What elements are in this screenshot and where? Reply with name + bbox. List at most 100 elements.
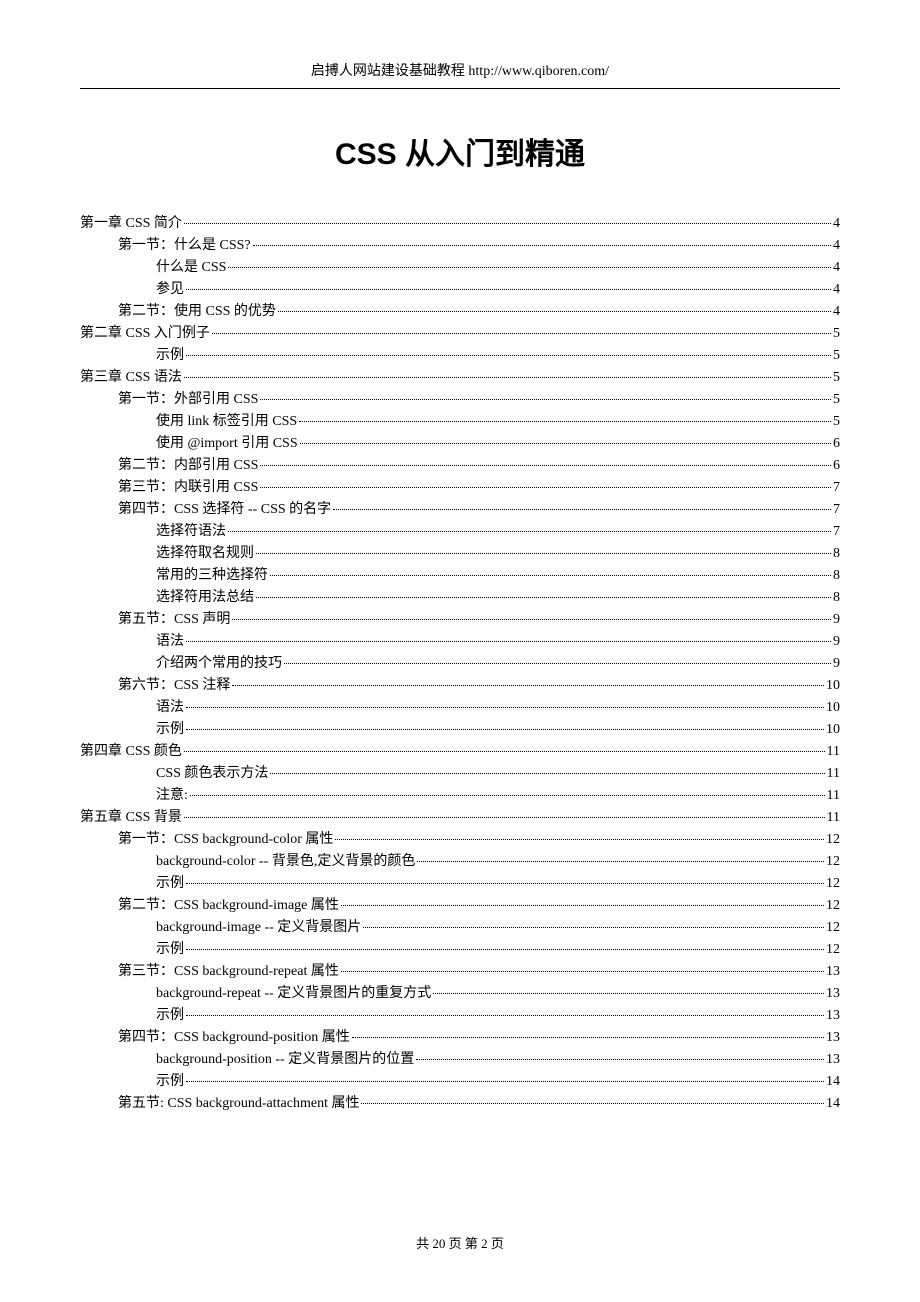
toc-leader-dots [228, 531, 831, 532]
toc-entry[interactable]: 示例13 [80, 1005, 840, 1027]
toc-entry[interactable]: 第二节：使用 CSS 的优势4 [80, 301, 840, 323]
toc-leader-dots [232, 619, 831, 620]
toc-entry-label: 第四章 CSS 颜色 [80, 745, 182, 759]
toc-leader-dots [270, 575, 831, 576]
toc-entry-page: 8 [833, 591, 840, 605]
toc-entry-page: 9 [833, 657, 840, 671]
toc-entry[interactable]: 选择符语法 7 [80, 521, 840, 543]
toc-entry[interactable]: 使用 link 标签引用 CSS5 [80, 411, 840, 433]
toc-leader-dots [417, 861, 824, 862]
toc-entry-page: 11 [827, 789, 840, 803]
toc-entry[interactable]: 第四节：CSS 选择符 -- CSS 的名字 7 [80, 499, 840, 521]
toc-entry-label: 第二节：使用 CSS 的优势 [118, 305, 276, 319]
toc-entry[interactable]: 选择符用法总结8 [80, 587, 840, 609]
toc-leader-dots [278, 311, 831, 312]
toc-entry-page: 7 [833, 503, 840, 517]
toc-entry-page: 11 [827, 745, 840, 759]
toc-leader-dots [341, 971, 824, 972]
toc-entry-label: 语法 [156, 635, 184, 649]
toc-entry-page: 11 [827, 767, 840, 781]
toc-entry-label: 第二节：内部引用 CSS [118, 459, 258, 473]
toc-entry[interactable]: 第一章 CSS 简介4 [80, 213, 840, 235]
toc-entry[interactable]: 第一节：什么是 CSS?4 [80, 235, 840, 257]
toc-entry[interactable]: 常用的三种选择符8 [80, 565, 840, 587]
document-title: CSS 从入门到精通 [80, 129, 840, 173]
toc-entry-label: 第二章 CSS 入门例子 [80, 327, 210, 341]
toc-entry[interactable]: 示例12 [80, 939, 840, 961]
toc-leader-dots [186, 883, 824, 884]
toc-entry[interactable]: 第二节：内部引用 CSS 6 [80, 455, 840, 477]
toc-entry[interactable]: 示例5 [80, 345, 840, 367]
toc-entry[interactable]: background-image -- 定义背景图片12 [80, 917, 840, 939]
toc-leader-dots [256, 597, 831, 598]
page-header: 启搏人网站建设基础教程 http://www.qiboren.com/ [80, 60, 840, 80]
toc-entry-label: 介绍两个常用的技巧 [156, 657, 282, 671]
toc-entry[interactable]: 第三节：内联引用 CSS7 [80, 477, 840, 499]
toc-entry[interactable]: 第五章 CSS 背景11 [80, 807, 840, 829]
toc-entry[interactable]: background-position -- 定义背景图片的位置13 [80, 1049, 840, 1071]
toc-entry-label: 第四节：CSS background-position 属性 [118, 1031, 350, 1045]
toc-leader-dots [184, 377, 831, 378]
toc-entry-page: 13 [826, 1009, 840, 1023]
toc-entry[interactable]: 第四节：CSS background-position 属性 13 [80, 1027, 840, 1049]
toc-entry[interactable]: background-repeat -- 定义背景图片的重复方式13 [80, 983, 840, 1005]
toc-entry-page: 5 [833, 371, 840, 385]
toc-entry[interactable]: 第三章 CSS 语法5 [80, 367, 840, 389]
toc-entry-label: 第五节: CSS background-attachment 属性 [118, 1097, 359, 1111]
toc-entry[interactable]: 示例14 [80, 1071, 840, 1093]
toc-entry-label: 参见 [156, 283, 184, 297]
toc-entry[interactable]: 第四章 CSS 颜色 11 [80, 741, 840, 763]
toc-entry[interactable]: 什么是 CSS 4 [80, 257, 840, 279]
toc-entry[interactable]: 第五节: CSS background-attachment 属性14 [80, 1093, 840, 1115]
toc-entry[interactable]: background-color -- 背景色,定义背景的颜色12 [80, 851, 840, 873]
toc-entry-label: 什么是 CSS [156, 261, 226, 275]
toc-entry-label: 第五章 CSS 背景 [80, 811, 182, 825]
toc-entry-page: 13 [826, 965, 840, 979]
toc-leader-dots [341, 905, 824, 906]
toc-entry[interactable]: 第二章 CSS 入门例子5 [80, 323, 840, 345]
header-rule [80, 88, 840, 89]
toc-leader-dots [212, 333, 831, 334]
toc-leader-dots [186, 707, 824, 708]
toc-entry-page: 10 [826, 701, 840, 715]
toc-leader-dots [186, 729, 824, 730]
toc-leader-dots [260, 487, 831, 488]
toc-entry[interactable]: 使用 @import 引用 CSS6 [80, 433, 840, 455]
toc-leader-dots [416, 1059, 824, 1060]
toc-entry[interactable]: 第一节：CSS background-color 属性12 [80, 829, 840, 851]
toc-leader-dots [352, 1037, 824, 1038]
toc-entry-page: 13 [826, 1031, 840, 1045]
toc-entry[interactable]: 第一节：外部引用 CSS5 [80, 389, 840, 411]
toc-entry[interactable]: 第五节：CSS 声明 9 [80, 609, 840, 631]
toc-entry[interactable]: 参见 4 [80, 279, 840, 301]
toc-entry-page: 6 [833, 437, 840, 451]
toc-entry-label: 选择符语法 [156, 525, 226, 539]
toc-entry[interactable]: 选择符取名规则8 [80, 543, 840, 565]
toc-entry[interactable]: 示例12 [80, 873, 840, 895]
toc-entry-label: 使用 link 标签引用 CSS [156, 415, 297, 429]
toc-entry[interactable]: 介绍两个常用的技巧 9 [80, 653, 840, 675]
toc-entry-page: 4 [833, 261, 840, 275]
toc-entry-page: 7 [833, 525, 840, 539]
toc-leader-dots [361, 1103, 824, 1104]
toc-entry[interactable]: 注意: 11 [80, 785, 840, 807]
toc-entry[interactable]: 语法10 [80, 697, 840, 719]
toc-leader-dots [184, 223, 831, 224]
toc-entry-label: 注意: [156, 789, 188, 803]
toc-entry[interactable]: CSS 颜色表示方法11 [80, 763, 840, 785]
toc-entry-label: 第四节：CSS 选择符 -- CSS 的名字 [118, 503, 331, 517]
toc-entry-page: 10 [826, 723, 840, 737]
toc-entry-label: 第五节：CSS 声明 [118, 613, 230, 627]
toc-entry-page: 4 [833, 217, 840, 231]
toc-entry[interactable]: 示例10 [80, 719, 840, 741]
toc-entry-page: 4 [833, 283, 840, 297]
toc-entry-page: 9 [833, 613, 840, 627]
toc-entry[interactable]: 第二节：CSS background-image 属性12 [80, 895, 840, 917]
toc-entry-label: background-repeat -- 定义背景图片的重复方式 [156, 987, 431, 1001]
toc-entry-page: 6 [833, 459, 840, 473]
toc-leader-dots [186, 949, 824, 950]
toc-entry[interactable]: 第三节：CSS background-repeat 属性13 [80, 961, 840, 983]
toc-entry-page: 12 [826, 855, 840, 869]
toc-entry[interactable]: 第六节：CSS 注释10 [80, 675, 840, 697]
toc-entry[interactable]: 语法9 [80, 631, 840, 653]
